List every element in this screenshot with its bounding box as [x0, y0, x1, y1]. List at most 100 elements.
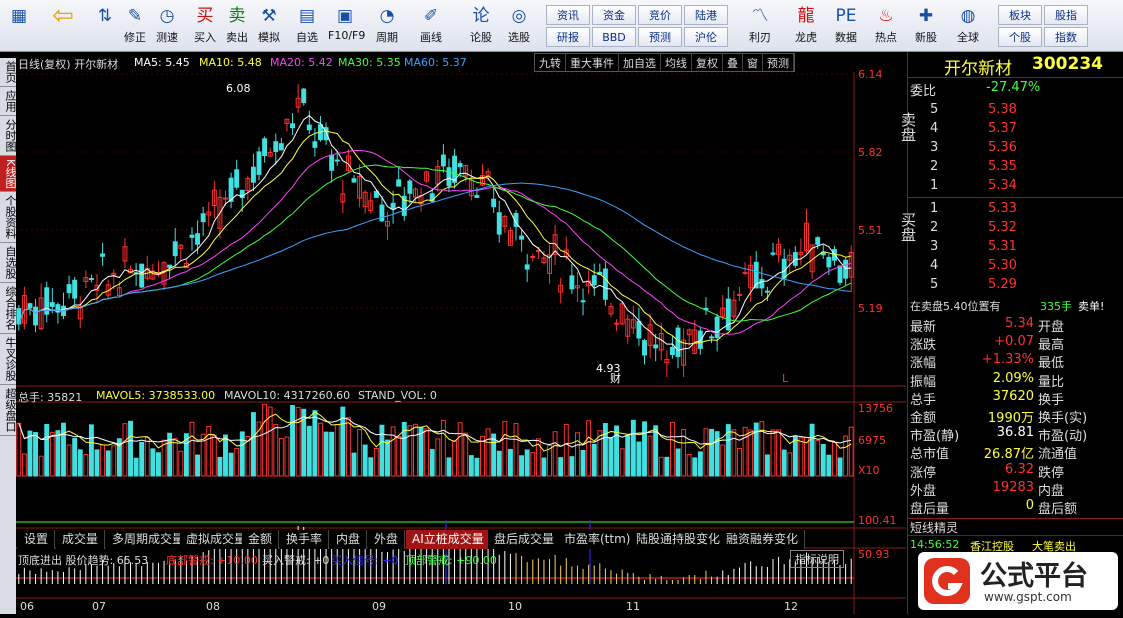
ma30-label: MA30: 5.35 — [338, 56, 401, 69]
toolbar-dragon-button[interactable]: 龍龙虎 — [788, 3, 824, 49]
kline-tab[interactable]: 加自选 — [619, 54, 661, 71]
toolbar-hammer-button[interactable]: ⚒ 模拟 — [252, 3, 286, 49]
volume-bar — [552, 431, 558, 477]
volume-bar — [111, 445, 117, 477]
quick-button[interactable]: 资金 — [592, 5, 636, 25]
left-tab[interactable]: 应用 — [0, 87, 17, 116]
toolbar-sell-button[interactable]: 卖卖出 — [220, 3, 254, 49]
toolbar-pen-button[interactable]: ✐ 画线 — [414, 3, 448, 49]
volume-bar — [513, 423, 519, 477]
volume-bar — [100, 444, 106, 477]
quick-button[interactable]: 资讯 — [546, 5, 590, 25]
volume-bar — [452, 440, 458, 477]
orderbook-row[interactable]: 4 5.30 — [908, 258, 1118, 277]
quick-button[interactable]: 陆港 — [684, 5, 728, 25]
kline-tab-bar: 九转 重大事件 加自选 均线 复权叠窗预测 — [534, 53, 795, 72]
toolbar-up-down-button[interactable]: ⇅ — [88, 3, 122, 49]
toolbar-portfolio-button[interactable]: ▤ 自选 — [290, 3, 324, 49]
indicator-tab[interactable]: 金额 — [242, 530, 280, 549]
volume-bar — [345, 417, 351, 477]
indicator-help-button[interactable]: 指标说明 — [790, 550, 844, 568]
indicator-tab[interactable]: 陆股通持股变化 — [630, 530, 728, 549]
indicator-tab[interactable]: 外盘 — [368, 530, 406, 549]
kline-tab[interactable]: 重大事件 — [566, 54, 619, 71]
orderbook-row[interactable]: 2 5.32 — [908, 220, 1118, 239]
quick-button[interactable]: 股指 — [1044, 5, 1088, 25]
indicator-tab[interactable]: 设置 — [18, 530, 56, 549]
orderbook-row[interactable]: 1 5.34 — [908, 178, 1118, 197]
volume-bar — [731, 429, 737, 477]
left-tab[interactable]: 首页 — [0, 58, 17, 87]
quick-button[interactable]: 个股 — [998, 27, 1042, 47]
toolbar-cycle-button[interactable]: ◔ 周期 — [370, 3, 404, 49]
indicator-tab[interactable]: 内盘 — [330, 530, 368, 549]
kline-tab[interactable]: 叠 — [723, 54, 743, 71]
left-tab[interactable]: 个股资料 — [0, 192, 17, 244]
volume-bar — [569, 456, 575, 477]
toolbar-select-button[interactable]: ◎ 选股 — [502, 3, 536, 49]
orderbook-row[interactable]: 3 5.36 — [908, 140, 1118, 159]
left-tab[interactable]: 超级盘口 — [0, 385, 17, 437]
short-line-item[interactable]: 14:56:52 香江控股 大笔卖出 — [910, 538, 1120, 553]
quick-button[interactable]: 预测 — [638, 27, 682, 47]
quick-button[interactable]: BBD — [592, 27, 636, 47]
orderbook-row[interactable]: 5 5.29 — [908, 277, 1118, 296]
indicator-tab[interactable]: 盘后成交量 — [488, 530, 562, 549]
toolbar-edit-button[interactable]: ✎ 修正 — [118, 3, 152, 49]
orderbook-row[interactable]: 1 5.33 — [908, 201, 1118, 220]
quick-button[interactable]: 板块 — [998, 5, 1042, 25]
volume-bar — [357, 429, 363, 477]
orderbook-row[interactable]: 2 5.35 — [908, 159, 1118, 178]
volume-bar — [619, 448, 625, 477]
indicator-tab[interactable]: 成交量 — [56, 530, 106, 549]
indicator-tab[interactable]: 融资融券变化 — [720, 530, 806, 549]
kline-tab[interactable]: 均线 — [661, 54, 692, 71]
quick-button[interactable]: 研报 — [546, 27, 590, 47]
indicator-tab[interactable]: 换手率 — [280, 530, 330, 549]
kline-tab[interactable]: 预测 — [763, 54, 794, 71]
candle-body — [390, 202, 396, 210]
toolbar-hot-button[interactable]: ♨ 热点 — [868, 3, 904, 49]
toolbar-grid-button[interactable]: ▦ — [2, 3, 36, 49]
toolbar-f10-button[interactable]: ▣ F10/F9 — [328, 3, 365, 49]
ma5-label: MA5: 5.45 — [134, 56, 190, 69]
indicator-tab[interactable]: AI立桩成交量 — [406, 530, 491, 549]
toolbar-back-arrow-button[interactable]: ⇦ — [44, 3, 82, 49]
toolbar-chart-button[interactable]: 〽利刃 — [742, 3, 778, 49]
left-tab[interactable]: 牛叉诊股 — [0, 334, 17, 386]
quick-button[interactable]: 指数 — [1044, 27, 1088, 47]
volume-bar — [491, 433, 497, 477]
left-tab[interactable]: 分时图 — [0, 116, 17, 156]
quick-button[interactable]: 沪伦 — [684, 27, 728, 47]
toolbar-clock-button[interactable]: ◷ 测速 — [150, 3, 184, 49]
volume-bar — [66, 444, 72, 477]
left-tab[interactable]: 综合排名 — [0, 283, 17, 335]
chart-area[interactable]: 6.14 5.82 5.51 5.19 6.08 4.93 财 L 13756 6975 X10 10… — [16, 52, 906, 614]
toolbar-pe-button[interactable]: PE 数据 — [828, 3, 864, 49]
toolbar-buy-button[interactable]: 买买入 — [188, 3, 222, 49]
orderbook-row[interactable]: 5 5.38 — [908, 102, 1118, 121]
toolbar-discuss-button[interactable]: 论论股 — [464, 3, 498, 49]
select-icon: ◎ — [511, 6, 527, 26]
discuss-icon: 论 — [472, 6, 490, 26]
volume-bar — [831, 441, 837, 477]
kline-tab[interactable]: 窗 — [743, 54, 763, 71]
toolbar-globe-button[interactable]: ◍ 全球 — [950, 3, 986, 49]
orderbook-row[interactable]: 3 5.31 — [908, 239, 1118, 258]
up-down-icon: ⇅ — [97, 6, 113, 26]
indicator-tab[interactable]: 市盈率(ttm) — [558, 530, 638, 549]
left-tab[interactable]: 自选股 — [0, 243, 17, 284]
indicator-tab[interactable]: 多周期成交量 — [106, 530, 192, 549]
quick-button[interactable]: 竞价 — [638, 5, 682, 25]
kline-tab[interactable]: 九转 — [535, 54, 566, 71]
toolbar-new-button[interactable]: ✚ 新股 — [908, 3, 944, 49]
kline-tab[interactable]: 复权 — [692, 54, 723, 71]
volume-bar — [329, 431, 335, 477]
volume-bar — [776, 429, 782, 477]
candle-body — [737, 293, 742, 296]
volume-bar — [373, 448, 379, 477]
left-tab[interactable]: K线图 — [0, 156, 17, 193]
orderbook-row[interactable]: 4 5.37 — [908, 121, 1118, 140]
indicator-tick-label: 100.41 — [858, 514, 897, 527]
quote-stat-row: 总手 37620 换手 — [910, 388, 1065, 408]
